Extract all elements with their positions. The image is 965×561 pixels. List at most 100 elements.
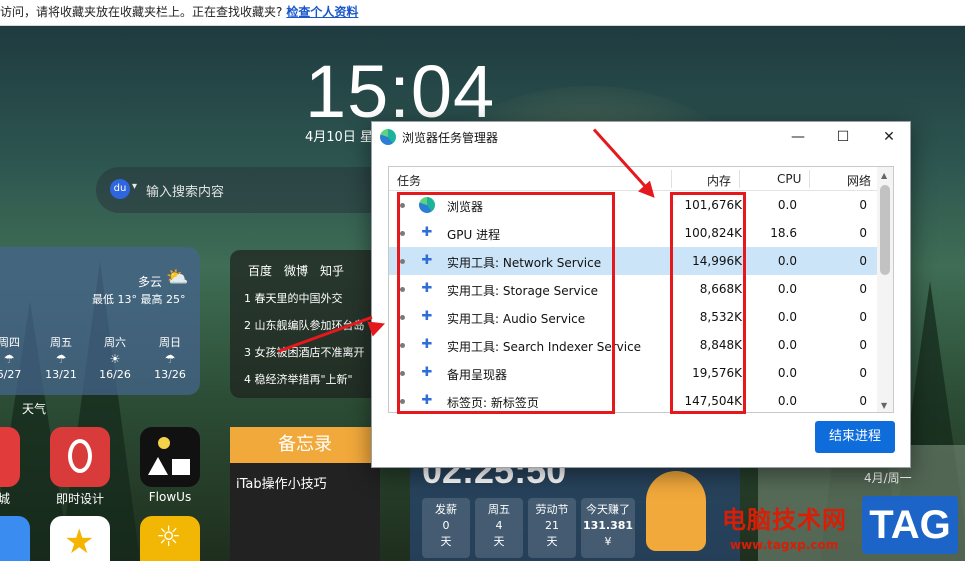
check-profile-link[interactable]: 检查个人资料 xyxy=(286,5,358,19)
weather-day-temp: 6/27 xyxy=(0,368,22,381)
process-network: 0 xyxy=(859,226,867,240)
process-network: 0 xyxy=(859,310,867,324)
favorites-app-icon[interactable]: ★ xyxy=(50,516,110,561)
chevron-down-icon[interactable]: ▾ xyxy=(132,181,137,192)
weather-day: 周五 ☂ 13/21 xyxy=(44,334,78,381)
process-network: 0 xyxy=(859,254,867,268)
search-box[interactable]: du ▾ 输入搜索内容 xyxy=(96,167,386,213)
process-network: 0 xyxy=(859,338,867,352)
photo-widget-date: 4月/周一 xyxy=(864,471,912,485)
countdown-card-unit: 天 xyxy=(546,535,558,548)
countdown-card-label: 发薪 xyxy=(435,503,457,516)
scrollbar-thumb[interactable] xyxy=(880,185,890,275)
process-cpu: 0.0 xyxy=(777,310,797,324)
weather-day-temp: 16/26 xyxy=(99,368,131,381)
watermark-title: 电脑技术网 xyxy=(722,506,847,534)
process-cpu: 0.0 xyxy=(777,366,797,380)
app-label: 即时设计 xyxy=(55,492,104,506)
end-process-button[interactable]: 结束进程 xyxy=(815,421,895,453)
mall-app-icon[interactable] xyxy=(0,427,20,487)
flowus-app-icon[interactable] xyxy=(140,427,200,487)
app-label: FlowUs xyxy=(148,490,192,504)
jishi-design-app-icon[interactable] xyxy=(50,427,110,487)
rain-icon: ☂ xyxy=(164,352,176,366)
scroll-down-icon[interactable]: ▼ xyxy=(881,401,887,410)
countdown-card: 周五 4 天 xyxy=(475,498,523,558)
countdown-card-label: 周五 xyxy=(488,503,510,516)
window-title: 浏览器任务管理器 xyxy=(402,131,499,145)
maximize-button[interactable]: ☐ xyxy=(831,126,855,148)
weather-day-name: 周四 xyxy=(0,336,20,349)
countdown-card-unit: 天 xyxy=(493,535,505,548)
countdown-card: 劳动节 21 天 xyxy=(528,498,576,558)
process-network: 0 xyxy=(859,366,867,380)
process-network: 0 xyxy=(859,394,867,408)
favorites-notification-bar: 访问，请将收藏夹放在收藏夹栏上。正在查找收藏夹? 检查个人资料 xyxy=(0,0,965,26)
countdown-card-num: 131.381 xyxy=(582,519,634,532)
hot-list-item[interactable]: 3 女孩被困酒店不准离开 xyxy=(244,344,380,360)
countdown-card-num: 0 xyxy=(442,519,450,532)
weather-label: 天气 xyxy=(22,402,47,416)
cat-mascot-icon xyxy=(646,471,706,551)
process-network: 0 xyxy=(859,198,867,212)
weather-day-temp: 13/26 xyxy=(154,368,186,381)
weather-widget[interactable]: 多云 ⛅ 最低 13° 最高 25° 周四 ☂ 6/27 周五 ☂ 13/21 … xyxy=(0,247,200,395)
process-cpu: 0.0 xyxy=(777,198,797,212)
weather-day-name: 周六 xyxy=(104,336,126,349)
table-header: 任务 内存 CPU 网络 xyxy=(389,167,879,191)
countdown-card: 今天赚了 131.381 ¥ xyxy=(581,498,635,558)
rain-icon: ☂ xyxy=(55,352,67,366)
countdown-card-unit: 天 xyxy=(440,535,452,548)
annotation-box-task-names xyxy=(397,192,615,414)
app-label: 城 xyxy=(0,492,10,506)
jishi-logo-icon xyxy=(68,439,92,473)
column-header-network[interactable]: 网络 xyxy=(847,172,871,189)
sun-icon: ☀ xyxy=(109,352,121,366)
tab-baidu[interactable]: 百度 xyxy=(248,264,272,278)
memo-widget[interactable]: 备忘录 iTab操作小技巧 xyxy=(230,427,380,561)
countdown-card-num: 21 xyxy=(545,519,559,532)
column-divider[interactable] xyxy=(809,170,810,188)
idea-app-icon[interactable]: ☼ xyxy=(140,516,200,561)
vertical-scrollbar[interactable]: ▲ ▼ xyxy=(877,167,893,412)
window-titlebar[interactable]: 浏览器任务管理器 — ☐ ✕ xyxy=(372,122,910,152)
weather-day-name: 周五 xyxy=(50,336,72,349)
countdown-card-label: 今天赚了 xyxy=(586,503,630,516)
watermark-url: www.tagxp.com xyxy=(730,538,839,552)
lightbulb-icon: ☼ xyxy=(156,520,182,553)
clock-date: 4月10日 星 xyxy=(305,130,373,145)
column-divider[interactable] xyxy=(739,170,740,188)
close-button[interactable]: ✕ xyxy=(877,126,901,148)
weather-temp-range: 最低 13° 最高 25° xyxy=(92,293,186,306)
tab-zhihu[interactable]: 知乎 xyxy=(320,264,344,278)
flowus-square-icon xyxy=(172,459,190,475)
column-header-task[interactable]: 任务 xyxy=(397,172,421,189)
weather-day-temp: 13/21 xyxy=(45,368,77,381)
minimize-button[interactable]: — xyxy=(786,126,810,148)
column-divider[interactable] xyxy=(671,170,672,188)
process-network: 0 xyxy=(859,282,867,296)
weather-condition: 多云 xyxy=(138,275,163,289)
partly-cloudy-icon: ⛅ xyxy=(166,267,189,288)
column-header-cpu[interactable]: CPU xyxy=(777,172,801,186)
memo-title: 备忘录 xyxy=(230,427,380,463)
clock-time: 15:04 xyxy=(305,50,496,133)
watermark-tag-logo: TAG xyxy=(862,496,958,554)
process-cpu: 0.0 xyxy=(777,254,797,268)
countdown-card-label: 劳动节 xyxy=(535,503,569,516)
process-cpu: 0.0 xyxy=(777,338,797,352)
hot-list-item[interactable]: 1 春天里的中国外交 xyxy=(244,290,380,306)
app-icon[interactable] xyxy=(0,516,30,561)
flowus-triangle-icon xyxy=(148,457,168,475)
notification-text: 访问，请将收藏夹放在收藏夹栏上。正在查找收藏夹? xyxy=(0,5,283,19)
baidu-paw-icon[interactable]: du xyxy=(110,179,130,199)
hot-list-item[interactable]: 4 稳经济举措再"上新" xyxy=(244,371,380,387)
weather-day-name: 周日 xyxy=(159,336,181,349)
tab-weibo[interactable]: 微博 xyxy=(284,264,308,278)
process-cpu: 0.0 xyxy=(777,282,797,296)
process-cpu: 18.6 xyxy=(770,226,797,240)
scroll-up-icon[interactable]: ▲ xyxy=(881,171,887,180)
star-icon: ★ xyxy=(64,522,95,561)
column-header-memory[interactable]: 内存 xyxy=(707,172,731,189)
annotation-box-memory xyxy=(670,192,746,414)
